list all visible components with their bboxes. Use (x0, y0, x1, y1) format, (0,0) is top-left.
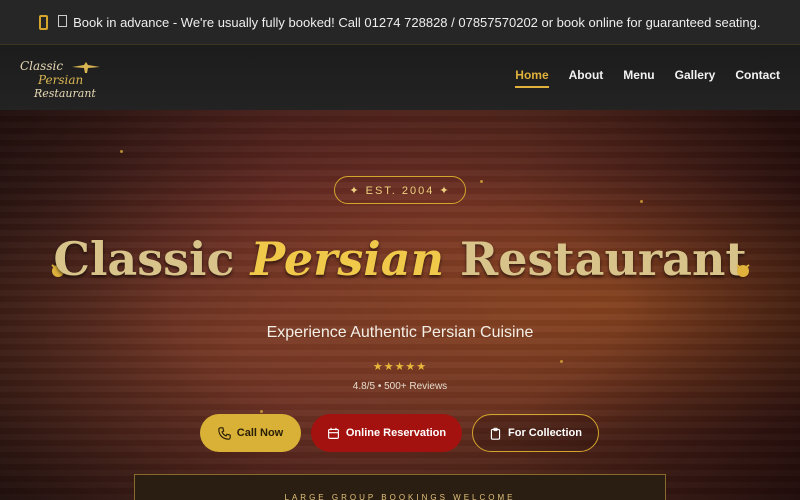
for-collection-button[interactable]: For Collection (472, 414, 599, 452)
nav-links: Home About Menu Gallery Contact (515, 68, 780, 88)
phone-icon (218, 426, 231, 440)
hero-title-part-3: Restaurant (460, 232, 747, 286)
sparkle-decoration (260, 410, 263, 413)
hero-section: ✦ EST. 2004 ✦ Classic Persian Restaurant… (0, 110, 800, 500)
call-now-button[interactable]: Call Now (200, 414, 301, 452)
hero-title: Classic Persian Restaurant (0, 232, 800, 286)
clipboard-icon (490, 427, 501, 440)
phone-icon (39, 14, 49, 30)
nav-about[interactable]: About (569, 68, 604, 88)
nav-home[interactable]: Home (515, 68, 549, 88)
logo-line-3: Restaurant (34, 86, 96, 100)
hero-title-part-1: Classic (53, 232, 235, 286)
rating-text: 4.8/5 • 500+ Reviews (352, 381, 448, 392)
persian-emblem-icon (72, 61, 100, 73)
hero-title-part-2: Persian (250, 232, 445, 286)
hero-subtitle: Experience Authentic Persian Cuisine (266, 324, 534, 341)
sparkle-decoration (480, 180, 483, 183)
logo-line-1: Classic (20, 58, 64, 73)
call-now-label: Call Now (236, 427, 284, 439)
main-navigation: Classic Persian Restaurant Home About Me… (0, 44, 800, 110)
online-reservation-button[interactable]: Online Reservation (311, 414, 462, 452)
missing-glyph-icon (58, 14, 68, 27)
restaurant-logo[interactable]: Classic Persian Restaurant (20, 53, 110, 103)
group-bookings-banner: LARGE GROUP BOOKINGS WELCOME (134, 474, 666, 500)
online-reservation-label: Online Reservation (345, 427, 447, 439)
announcement-text: Book in advance - We're usually fully bo… (73, 14, 761, 30)
announcement-text-wrapper: Book in advance - We're usually fully bo… (58, 14, 761, 30)
nav-menu[interactable]: Menu (623, 68, 654, 88)
nav-contact[interactable]: Contact (735, 68, 780, 88)
sparkle-decoration (640, 200, 643, 203)
for-collection-label: For Collection (508, 427, 582, 439)
calendar-icon (327, 427, 339, 439)
ornament-icon (736, 264, 750, 277)
rating-stars: ★★★★★ (372, 360, 428, 373)
announcement-bar: Book in advance - We're usually fully bo… (0, 0, 800, 44)
logo-line-2: Persian (38, 72, 84, 87)
established-badge: ✦ EST. 2004 ✦ (334, 176, 466, 204)
nav-gallery[interactable]: Gallery (675, 68, 716, 88)
sparkle-decoration (120, 150, 123, 153)
